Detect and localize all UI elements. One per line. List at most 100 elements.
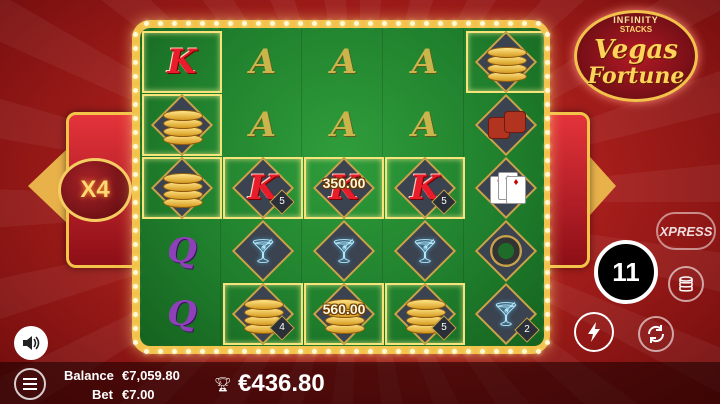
bulb <box>368 349 373 354</box>
sound-icon[interactable] <box>14 326 48 360</box>
ace-symbol: A <box>330 42 358 82</box>
queen-symbol: Q <box>167 294 197 334</box>
bulb <box>494 349 499 354</box>
coin-stack-symbol <box>163 170 203 208</box>
bulb <box>186 21 191 26</box>
stack-count-text: 5 <box>279 196 285 207</box>
coin-stack-symbol <box>487 44 527 82</box>
king-symbol: K <box>167 42 197 82</box>
bulb <box>545 256 550 261</box>
bulb <box>133 32 138 37</box>
reel-cell <box>466 219 544 283</box>
bulb <box>545 74 550 79</box>
bulb <box>438 21 443 26</box>
bulb <box>424 349 429 354</box>
bulb <box>256 21 261 26</box>
dice-icon <box>486 107 526 143</box>
roulette-icon <box>490 235 522 267</box>
reel-cell: A <box>223 94 303 156</box>
bulb <box>368 21 373 26</box>
bulb <box>312 21 317 26</box>
bulb <box>144 21 149 26</box>
bulb <box>340 349 345 354</box>
stack-count-badge: 4 <box>269 315 295 341</box>
balance-value: €7,059.80 <box>122 368 180 383</box>
bulb <box>410 349 415 354</box>
bulb <box>545 214 550 219</box>
bet-label: Bet <box>92 387 113 402</box>
stack-count-badge: 2 <box>514 317 540 343</box>
bulb <box>545 270 550 275</box>
bulb <box>545 298 550 303</box>
logo-fortune-text: Fortune <box>587 63 685 89</box>
ace-symbol: A <box>249 105 277 145</box>
coin-stack-icon[interactable] <box>668 266 704 302</box>
bulb <box>522 21 527 26</box>
reel-cell: 5 <box>385 282 465 346</box>
bulb <box>536 21 541 26</box>
bulb <box>133 214 138 219</box>
bulb <box>228 21 233 26</box>
game-logo: INFINITY STACKS Vegas Fortune <box>574 10 698 102</box>
bulb <box>480 21 485 26</box>
reel-cell: A <box>385 94 465 156</box>
bulb <box>270 21 275 26</box>
speaker-glyph <box>23 336 40 350</box>
cash-value: 350.00 <box>322 175 366 191</box>
logo-infinity-text: INFINITY <box>613 15 659 25</box>
bulb <box>536 349 541 354</box>
bulb <box>133 312 138 317</box>
coin <box>406 299 446 310</box>
bulb <box>158 349 163 354</box>
bulb <box>133 186 138 191</box>
bulb <box>466 21 471 26</box>
stack-count-text: 4 <box>279 322 285 333</box>
bulb <box>545 228 550 233</box>
reel-cell: K <box>142 31 222 93</box>
bulb <box>466 349 471 354</box>
bulb <box>144 349 149 354</box>
bulb <box>133 130 138 135</box>
coin-stack-symbol <box>163 107 203 145</box>
stack-count-badge: 5 <box>431 189 457 215</box>
bulb <box>326 349 331 354</box>
stack-count-text: 5 <box>441 322 447 333</box>
bulb <box>312 349 317 354</box>
reel-cell: 4 <box>223 282 303 346</box>
bulb <box>508 349 513 354</box>
bulb <box>424 21 429 26</box>
bulb <box>133 60 138 65</box>
reel-cell: K5 <box>223 156 303 220</box>
bulb <box>545 340 550 345</box>
reel-cell: K5 <box>385 156 465 220</box>
xpress-button[interactable]: XPRESS <box>656 212 716 250</box>
bulb <box>545 88 550 93</box>
ace-symbol: A <box>411 42 439 82</box>
lightning-glyph <box>588 322 600 342</box>
reel-cell: 🍸︎ <box>304 219 384 283</box>
martini-icon: 🍸︎ <box>328 237 360 265</box>
reel-cell: K 350.00 <box>304 156 384 220</box>
bulb <box>158 21 163 26</box>
bulb <box>270 349 275 354</box>
stack-count-badge: 5 <box>431 315 457 341</box>
bulb <box>242 349 247 354</box>
bulb <box>545 158 550 163</box>
bulb <box>133 116 138 121</box>
bulb <box>545 242 550 247</box>
logo-stacks-text: STACKS <box>619 25 653 34</box>
bulb <box>200 21 205 26</box>
menu-icon[interactable] <box>14 368 46 400</box>
reel-cell <box>466 30 544 94</box>
bet-value[interactable]: €7.00 <box>122 387 155 402</box>
autoplay-icon[interactable] <box>638 316 674 352</box>
bulb <box>256 349 261 354</box>
spin-count-display[interactable]: 11 <box>594 240 658 304</box>
lightning-icon[interactable] <box>574 312 614 352</box>
reel-cell: Q <box>142 283 222 345</box>
reel-cell: 🍸︎ <box>223 219 303 283</box>
bulb <box>133 270 138 275</box>
playing-cards-icon: ♥♠♦ <box>484 170 528 206</box>
multiplier-badge: X4 <box>58 158 132 222</box>
bulb <box>545 144 550 149</box>
